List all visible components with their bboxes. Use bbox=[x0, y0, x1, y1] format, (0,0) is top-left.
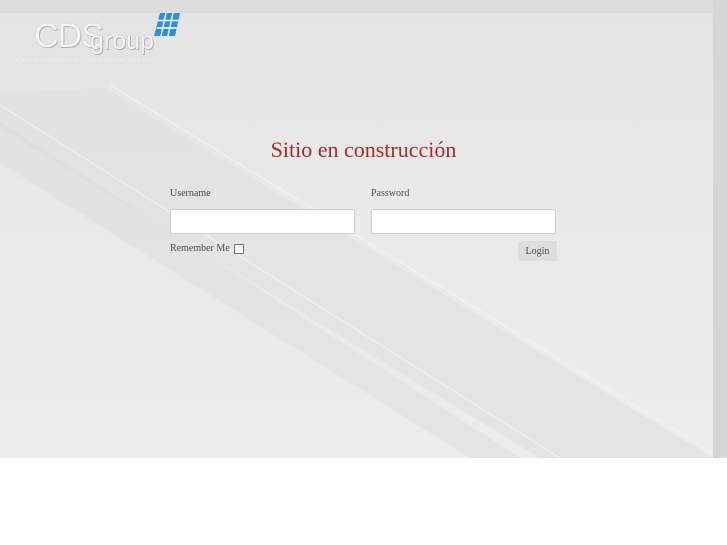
password-input[interactable] bbox=[371, 209, 556, 234]
logo-panel-icon bbox=[154, 13, 180, 37]
brand-logo[interactable]: CDS group Consultoría Gerencial · Desarr… bbox=[14, 13, 194, 73]
logo-tagline: Consultoría Gerencial · Desarrollo de So… bbox=[16, 57, 157, 64]
right-strip bbox=[713, 0, 727, 458]
logo-secondary-text: group bbox=[90, 27, 154, 55]
remember-me-row: Remember Me bbox=[170, 243, 244, 254]
username-label: Username bbox=[170, 188, 211, 199]
password-label: Password bbox=[371, 188, 410, 199]
remember-me-label: Remember Me bbox=[170, 243, 230, 254]
page-title: Sitio en construcción bbox=[270, 137, 457, 162]
username-input[interactable] bbox=[170, 209, 355, 234]
page: CDS group Consultoría Gerencial · Desarr… bbox=[0, 0, 727, 545]
login-button[interactable]: Login bbox=[518, 241, 557, 261]
remember-me-checkbox[interactable] bbox=[233, 243, 244, 254]
top-strip bbox=[0, 0, 727, 13]
login-form: Username Password Remember Me Login bbox=[170, 188, 557, 268]
